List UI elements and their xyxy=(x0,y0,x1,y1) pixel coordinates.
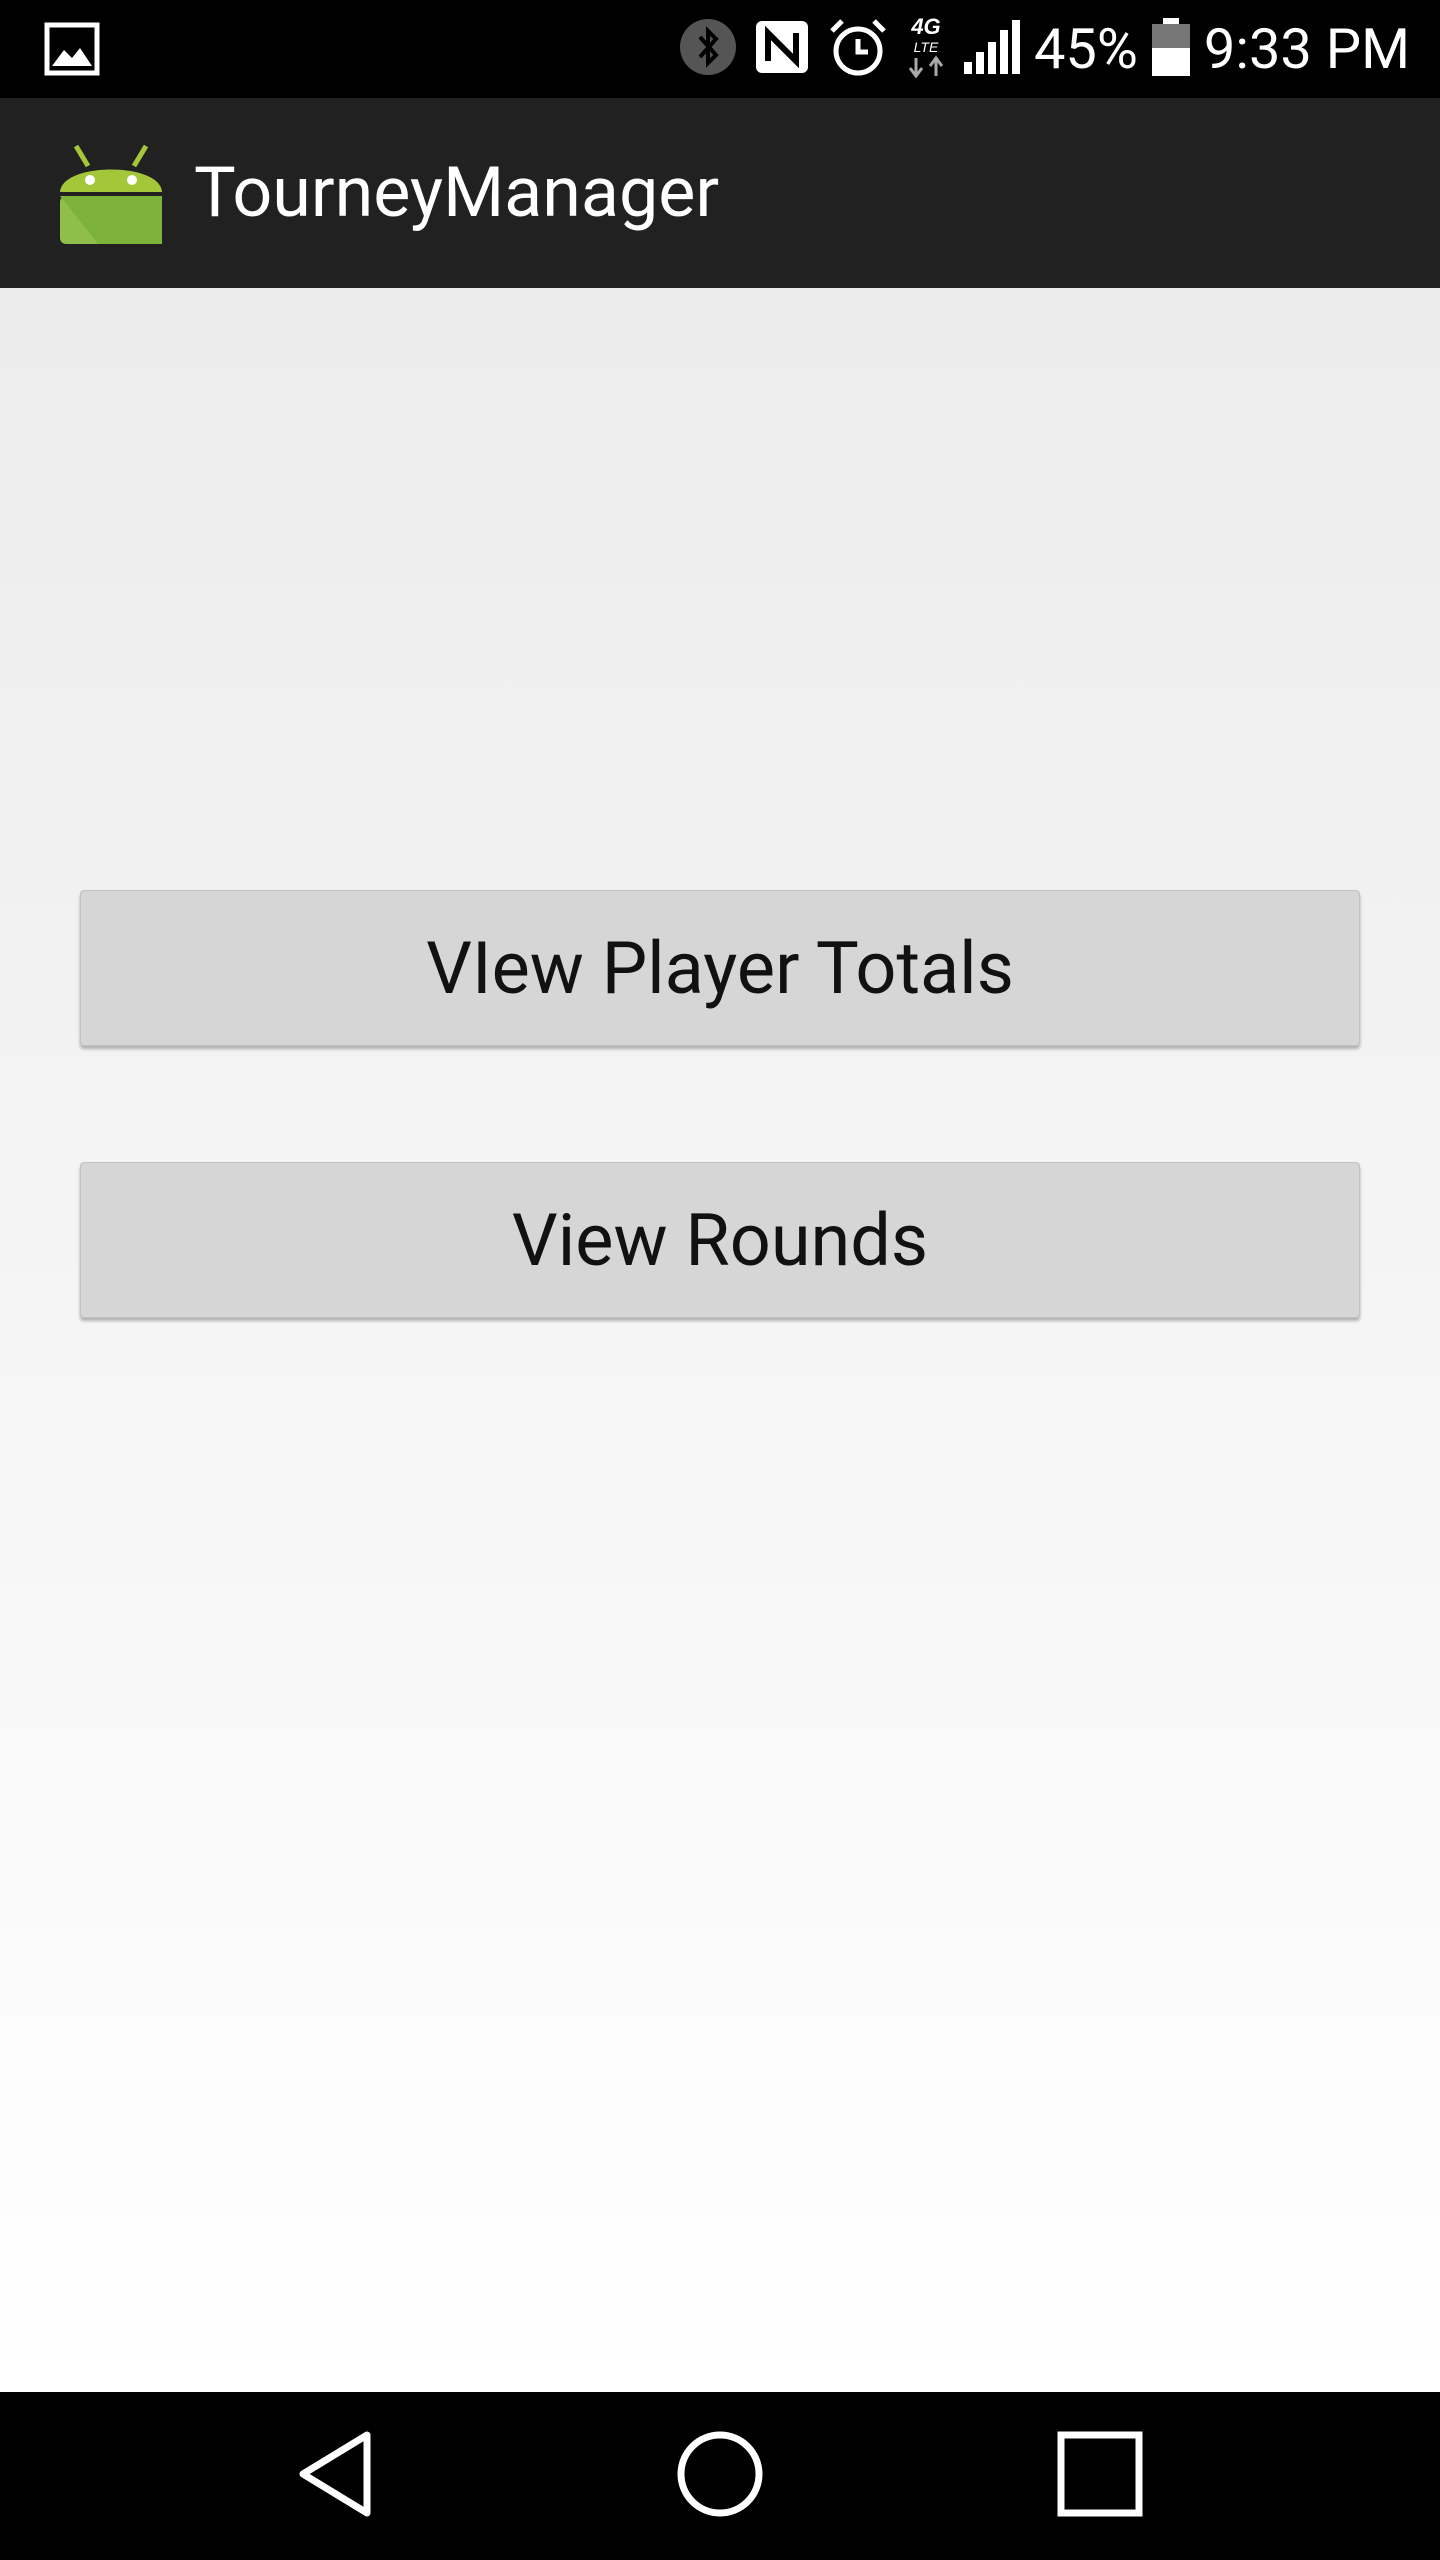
status-bar: 4G LTE 45% 9:33 PM xyxy=(0,0,1440,98)
bluetooth-icon xyxy=(678,17,738,81)
battery-percent: 45% xyxy=(1033,16,1138,82)
back-icon xyxy=(295,2429,385,2523)
signal-icon xyxy=(962,18,1020,80)
back-button[interactable] xyxy=(240,2392,440,2560)
svg-text:LTE: LTE xyxy=(914,39,939,55)
app-bar: TourneyManager xyxy=(0,98,1440,288)
status-icons: 4G LTE 45% 9:33 PM xyxy=(664,0,1410,98)
home-button[interactable] xyxy=(620,2392,820,2560)
main-content: VIew Player Totals View Rounds xyxy=(0,288,1440,2392)
view-player-totals-button[interactable]: VIew Player Totals xyxy=(80,890,1360,1046)
clock: 9:33 PM xyxy=(1203,16,1410,82)
recents-button[interactable] xyxy=(1000,2392,1200,2560)
home-icon xyxy=(675,2429,765,2523)
alarm-icon xyxy=(826,15,890,83)
app-title: TourneyManager xyxy=(194,152,720,234)
navigation-bar xyxy=(0,2392,1440,2560)
android-icon xyxy=(58,136,164,250)
view-rounds-button[interactable]: View Rounds xyxy=(80,1162,1360,1318)
recents-icon xyxy=(1055,2429,1145,2523)
gallery-notification-icon xyxy=(44,22,100,80)
battery-icon xyxy=(1151,18,1190,80)
nfc-icon xyxy=(752,17,812,81)
svg-text:4G: 4G xyxy=(910,14,940,39)
network-4g-lte-icon: 4G LTE xyxy=(904,12,948,86)
